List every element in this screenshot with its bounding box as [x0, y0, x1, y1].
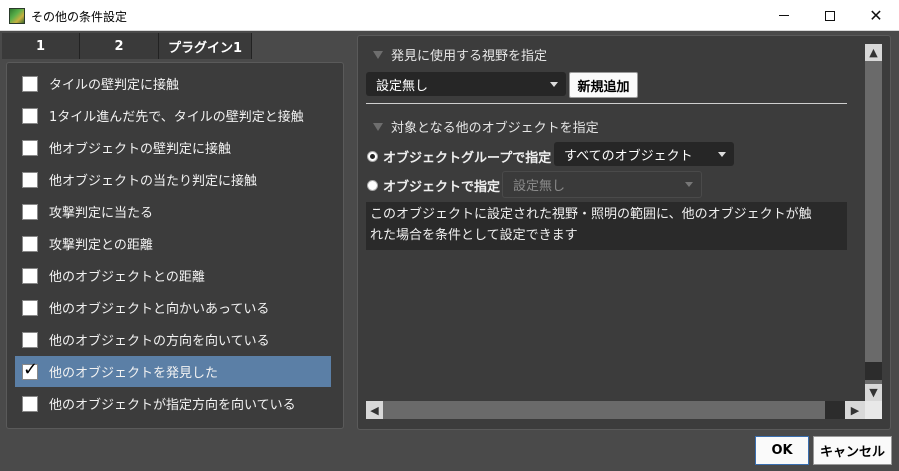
checkbox[interactable]: [22, 395, 38, 412]
radio-button[interactable]: [367, 180, 378, 191]
checkbox[interactable]: [22, 235, 38, 252]
object-select: 設定無し: [502, 171, 702, 198]
detail-panel: 発見に使用する視野を指定 設定無し 新規追加 対象となる他のオブジェクトを指定 …: [357, 35, 891, 430]
radio-button-selected[interactable]: [367, 151, 378, 162]
chevron-down-icon: [550, 82, 558, 87]
add-new-button[interactable]: 新規追加: [569, 72, 638, 98]
checkbox[interactable]: [22, 171, 38, 188]
tab-bar: 1 2 プラグイン1: [2, 33, 252, 59]
list-item-label: 攻撃判定に当たる: [49, 206, 154, 221]
list-item[interactable]: 他オブジェクトの当たり判定に接触: [15, 164, 331, 195]
scroll-right-arrow-icon[interactable]: ▶: [845, 401, 865, 419]
scroll-up-arrow-icon[interactable]: ▲: [865, 44, 882, 61]
tab-1[interactable]: 1: [2, 33, 80, 59]
checkbox[interactable]: [22, 203, 38, 220]
group-radio-option[interactable]: オブジェクトグループで指定: [367, 147, 551, 166]
group-select-value: すべてのオブジェクト: [564, 148, 693, 164]
vertical-scrollbar[interactable]: ▲ ▼: [865, 44, 882, 401]
scrollbar-corner: [865, 401, 882, 419]
view-select-value: 設定無し: [376, 78, 429, 94]
object-radio-option[interactable]: オブジェクトで指定: [367, 176, 500, 195]
close-icon: ✕: [869, 6, 883, 25]
list-item[interactable]: 他のオブジェクトとの距離: [15, 260, 331, 291]
list-item-label: タイルの壁判定に接触: [49, 78, 180, 93]
target-section-title: 対象となる他のオブジェクトを指定: [391, 121, 599, 136]
list-item-label: 他オブジェクトの壁判定に接触: [49, 142, 232, 157]
list-item[interactable]: タイルの壁判定に接触: [15, 68, 331, 99]
scroll-left-arrow-icon[interactable]: ◀: [366, 401, 383, 419]
condition-list: タイルの壁判定に接触 1タイル進んだ先で、タイルの壁判定と接触 他オブジェクトの…: [6, 62, 344, 429]
group-select[interactable]: すべてのオブジェクト: [554, 142, 734, 166]
list-item[interactable]: 攻撃判定に当たる: [15, 196, 331, 227]
app-icon: [9, 8, 25, 24]
list-item-label: 他のオブジェクトが指定方向を向いている: [49, 398, 296, 413]
list-item[interactable]: 1タイル進んだ先で、タイルの壁判定と接触: [15, 100, 331, 131]
target-section-header[interactable]: 対象となる他のオブジェクトを指定: [373, 117, 599, 136]
group-radio-label: オブジェクトグループで指定: [383, 151, 552, 166]
scroll-track-end: [825, 401, 845, 419]
title-bar: その他の条件設定 ✕: [0, 0, 899, 31]
list-item-label: 1タイル進んだ先で、タイルの壁判定と接触: [49, 110, 304, 125]
maximize-icon: [825, 10, 835, 21]
list-item-label: 他のオブジェクトを発見した: [49, 366, 219, 381]
list-item-label: 他のオブジェクトと向かいあっている: [49, 302, 270, 317]
tab-2[interactable]: 2: [80, 33, 159, 59]
list-item[interactable]: 他のオブジェクトが指定方向を向いている: [15, 388, 331, 419]
list-item[interactable]: 他のオブジェクトの方向を向いている: [15, 324, 331, 355]
list-item-label: 攻撃判定との距離: [49, 238, 153, 253]
collapse-triangle-icon: [373, 50, 383, 59]
checkbox[interactable]: [22, 139, 38, 156]
view-section-title: 発見に使用する視野を指定: [391, 49, 548, 64]
list-item[interactable]: 他オブジェクトの壁判定に接触: [15, 132, 331, 163]
checkbox-checked[interactable]: ✓: [22, 359, 38, 380]
checkbox[interactable]: [22, 267, 38, 284]
cancel-button[interactable]: キャンセル: [813, 436, 892, 465]
collapse-triangle-icon: [373, 122, 383, 131]
list-item-label: 他のオブジェクトの方向を向いている: [49, 334, 270, 349]
checkbox[interactable]: [22, 107, 38, 124]
checkbox[interactable]: [22, 299, 38, 316]
scroll-down-arrow-icon[interactable]: ▼: [865, 384, 882, 401]
view-section-header[interactable]: 発見に使用する視野を指定: [373, 45, 547, 64]
maximize-button[interactable]: [807, 0, 853, 31]
tab-plugin1[interactable]: プラグイン1: [159, 33, 252, 59]
close-button[interactable]: ✕: [853, 0, 899, 31]
horizontal-scrollbar[interactable]: ◀ ▶: [366, 401, 865, 419]
minimize-icon: [779, 15, 789, 16]
list-item[interactable]: 攻撃判定との距離: [15, 228, 331, 259]
ok-button[interactable]: OK: [755, 436, 809, 465]
view-select[interactable]: 設定無し: [366, 72, 566, 96]
checkbox[interactable]: [22, 331, 38, 348]
checkbox[interactable]: [22, 75, 38, 92]
chevron-down-icon: [718, 152, 726, 157]
list-item-label: 他オブジェクトの当たり判定に接触: [49, 174, 258, 189]
description-line: れた場合を条件として設定できます: [370, 228, 578, 243]
minimize-button[interactable]: [761, 0, 807, 31]
object-select-value: 設定無し: [513, 179, 566, 194]
object-radio-label: オブジェクトで指定: [383, 180, 501, 195]
description-line: このオブジェクトに設定された視野・照明の範囲に、他のオブジェクトが触: [370, 207, 812, 222]
scroll-track-end: [865, 362, 882, 380]
divider: [366, 103, 847, 104]
list-item[interactable]: 他のオブジェクトと向かいあっている: [15, 292, 331, 323]
checkmark-icon: ✓: [23, 358, 39, 380]
chevron-down-icon: [685, 182, 693, 187]
list-item-label: 他のオブジェクトとの距離: [49, 270, 205, 285]
description-box: このオブジェクトに設定された視野・照明の範囲に、他のオブジェクトが触 れた場合を…: [366, 202, 847, 250]
list-item-selected[interactable]: ✓ 他のオブジェクトを発見した: [15, 356, 331, 387]
window-title: その他の条件設定: [31, 10, 128, 24]
